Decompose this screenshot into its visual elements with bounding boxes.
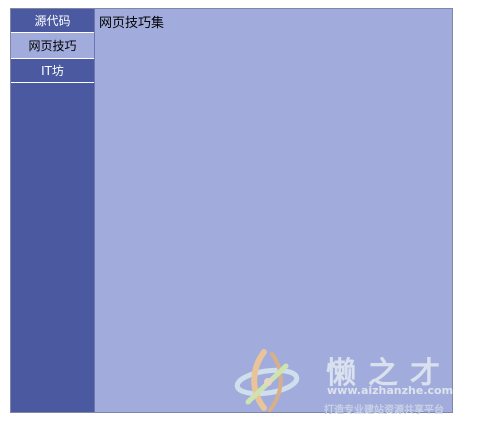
tab-container: 源代码 网页技巧 IT坊 网页技巧集 (10, 8, 453, 413)
content-title: 网页技巧集 (99, 16, 165, 31)
tab-source-code[interactable]: 源代码 (11, 9, 94, 33)
tab-it-workshop[interactable]: IT坊 (11, 59, 94, 83)
sidebar: 源代码 网页技巧 IT坊 (11, 9, 95, 412)
tab-content-panel: 网页技巧集 (95, 9, 452, 412)
tab-web-tips[interactable]: 网页技巧 (11, 33, 94, 59)
